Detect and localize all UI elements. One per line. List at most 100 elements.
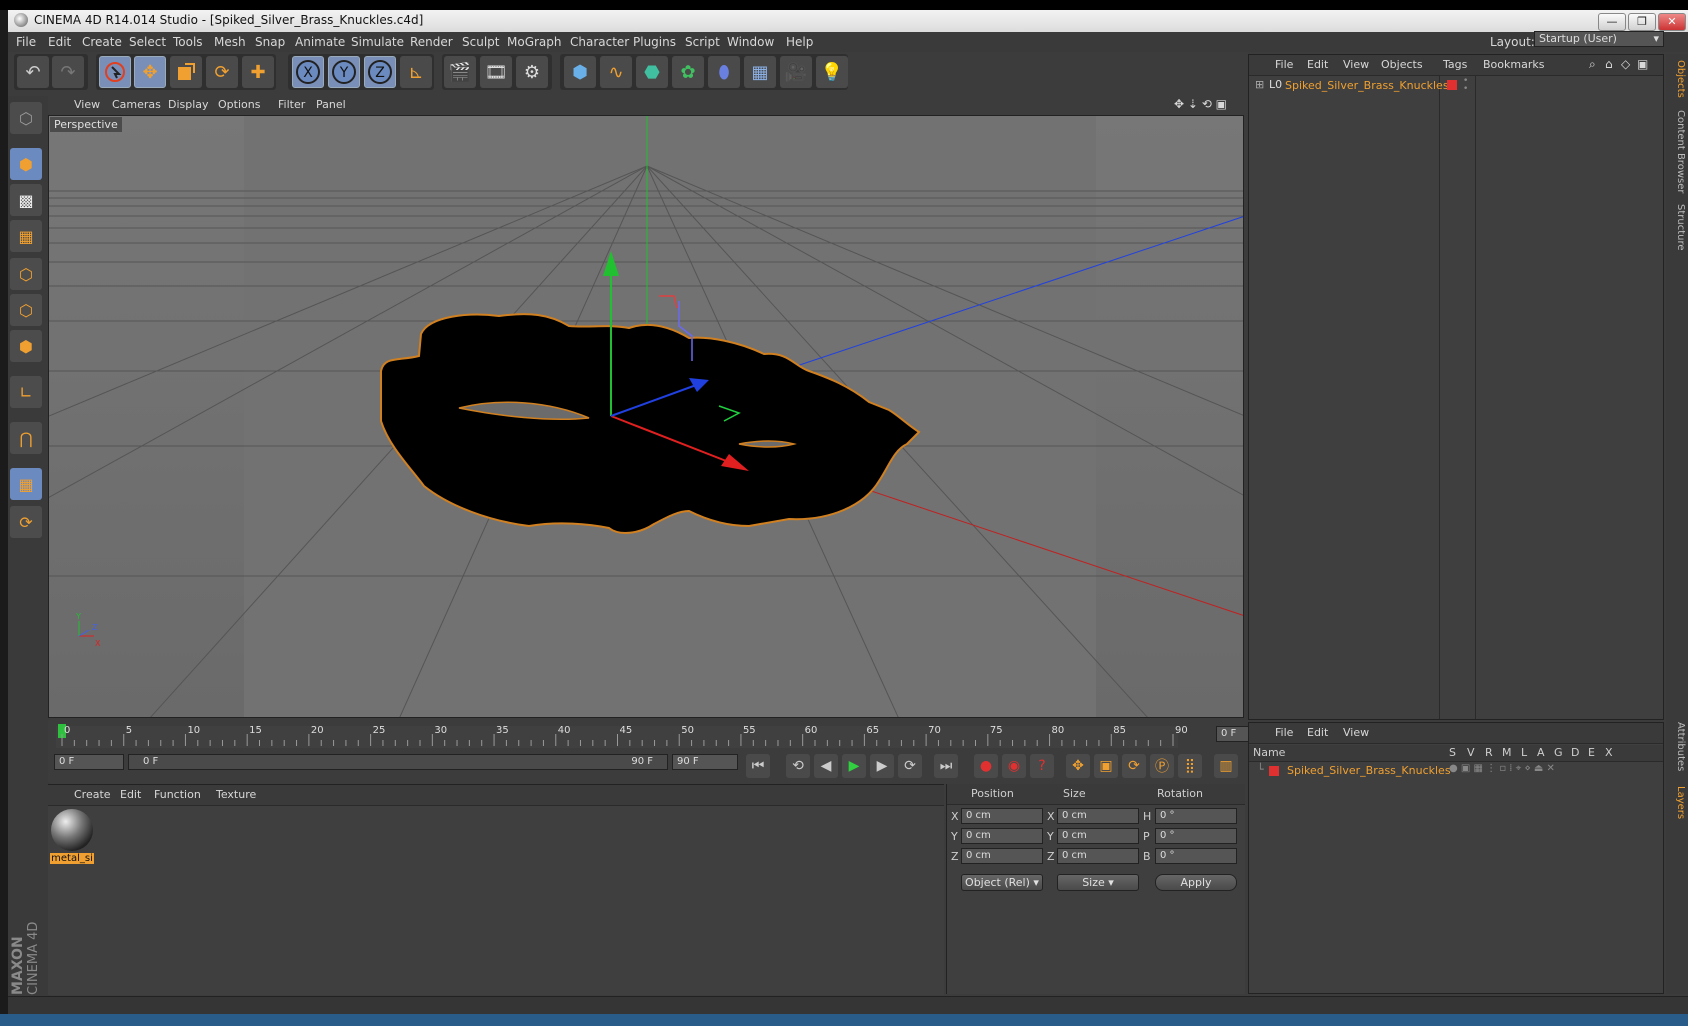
menu-file[interactable]: File	[16, 35, 36, 49]
world-coordinates-icon[interactable]: ⊾	[400, 56, 432, 88]
redo-icon[interactable]: ↷	[52, 56, 84, 88]
snap-icon[interactable]: ▦	[10, 468, 42, 500]
position-y-field[interactable]: 0 cm	[961, 828, 1043, 844]
viewport-menu-view[interactable]: View	[74, 98, 100, 111]
menu-create[interactable]: Create	[82, 35, 122, 49]
cube-icon[interactable]: ⬢	[564, 56, 596, 88]
rotation-p-field[interactable]: 0 °	[1155, 828, 1237, 844]
close-button[interactable]: ✕	[1658, 13, 1686, 31]
previous-key-button[interactable]: ⟲	[786, 754, 810, 778]
go-to-start-button[interactable]: ⏮	[746, 754, 770, 778]
object-menu-objects[interactable]: Objects	[1381, 58, 1423, 71]
viewport-menu-display[interactable]: Display	[168, 98, 209, 111]
live-selection-icon[interactable]	[99, 56, 131, 88]
z-axis-icon[interactable]: Z	[364, 56, 396, 88]
viewport-menu-panel[interactable]: Panel	[316, 98, 346, 111]
key-scale-icon[interactable]: ▣	[1094, 754, 1118, 778]
material-menu-function[interactable]: Function	[154, 788, 201, 801]
restore-button[interactable]: ❐	[1628, 13, 1656, 31]
layer-name[interactable]: Spiked_Silver_Brass_Knuckles	[1287, 764, 1451, 777]
viewport-navigation-icons[interactable]: ✥ ⇣ ⟲ ▣	[1174, 97, 1227, 111]
timeline-layout-icon[interactable]: ▥	[1214, 754, 1238, 778]
previous-frame-button[interactable]: ◀	[814, 754, 838, 778]
scale-icon[interactable]	[170, 56, 202, 88]
size-x-field[interactable]: 0 cm	[1057, 808, 1139, 824]
add-icon[interactable]: ✚	[242, 56, 274, 88]
object-menu-tags[interactable]: Tags	[1443, 58, 1467, 71]
minimize-button[interactable]: —	[1598, 13, 1626, 31]
rotation-h-field[interactable]: 0 °	[1155, 808, 1237, 824]
key-position-icon[interactable]: ✥	[1066, 754, 1090, 778]
tab-objects[interactable]: Objects	[1668, 60, 1686, 98]
layer-menu-view[interactable]: View	[1343, 726, 1369, 739]
layer-menu-file[interactable]: File	[1275, 726, 1293, 739]
size-mode-select[interactable]: Size ▾	[1057, 874, 1139, 891]
menu-mesh[interactable]: Mesh	[214, 35, 246, 49]
range-slider[interactable]: 0 F 90 F	[128, 754, 668, 770]
layer-toggle-icons[interactable]: ● ▣ ▦ ⋮ ▫ ⁞ ⌖ ⋄ ⏏ ✕	[1449, 763, 1555, 774]
menu-help[interactable]: Help	[786, 35, 813, 49]
coordinate-mode-select[interactable]: Object (Rel) ▾	[961, 874, 1043, 891]
polygons-mode-icon[interactable]: ⬢	[10, 330, 42, 362]
viewport-menu-options[interactable]: Options	[218, 98, 260, 111]
object-menu-view[interactable]: View	[1343, 58, 1369, 71]
menu-render[interactable]: Render	[410, 35, 453, 49]
visibility-dots-icon[interactable]: • •	[1463, 77, 1468, 94]
position-z-field[interactable]: 0 cm	[961, 848, 1043, 864]
object-menu-file[interactable]: File	[1275, 58, 1293, 71]
layer-menu-edit[interactable]: Edit	[1307, 726, 1328, 739]
menu-snap[interactable]: Snap	[255, 35, 285, 49]
autokeying-icon[interactable]: ◉	[1002, 754, 1026, 778]
material-menu-create[interactable]: Create	[74, 788, 111, 801]
position-x-field[interactable]: 0 cm	[961, 808, 1043, 824]
expand-icon[interactable]: ⊞	[1255, 78, 1264, 91]
menu-mograph[interactable]: MoGraph	[507, 35, 562, 49]
axis-mode-icon[interactable]: ∟	[10, 376, 42, 408]
new-window-icon[interactable]: ▣	[1637, 57, 1648, 71]
texture-mode-icon[interactable]: ▩	[10, 184, 42, 216]
tab-structure[interactable]: Structure	[1668, 204, 1686, 251]
edges-mode-icon[interactable]: ⬡	[10, 294, 42, 326]
layer-color-swatch[interactable]	[1269, 766, 1279, 776]
start-frame-field[interactable]: 0 F	[54, 754, 124, 770]
object-menu-edit[interactable]: Edit	[1307, 58, 1328, 71]
points-mode-icon[interactable]: ⬡	[10, 258, 42, 290]
menu-animate[interactable]: Animate	[295, 35, 345, 49]
layer-row[interactable]: └ Spiked_Silver_Brass_Knuckles ● ▣ ▦ ⋮ ▫…	[1251, 763, 1661, 779]
spline-icon[interactable]: ∿	[600, 56, 632, 88]
material-menu-edit[interactable]: Edit	[120, 788, 141, 801]
tab-attributes[interactable]: Attributes	[1668, 722, 1686, 771]
key-pla-icon[interactable]: ⣿	[1178, 754, 1202, 778]
material-swatch[interactable]: metal_si	[50, 809, 94, 871]
size-z-field[interactable]: 0 cm	[1057, 848, 1139, 864]
viewport-scene[interactable]: Y X Z	[49, 116, 1244, 718]
keyframe-selection-icon[interactable]: ?	[1030, 754, 1054, 778]
x-axis-icon[interactable]: X	[292, 56, 324, 88]
model-mode-icon[interactable]: ⬢	[10, 148, 42, 180]
menu-sculpt[interactable]: Sculpt	[462, 35, 499, 49]
menu-simulate[interactable]: Simulate	[351, 35, 404, 49]
key-rotation-icon[interactable]: ⟳	[1122, 754, 1146, 778]
make-editable-icon[interactable]: ⬡	[10, 102, 42, 134]
deformer-icon[interactable]: ⬮	[708, 56, 740, 88]
menu-edit[interactable]: Edit	[48, 35, 71, 49]
menu-plugins[interactable]: Plugins	[633, 35, 676, 49]
edit-render-settings-icon[interactable]: ⚙	[516, 56, 548, 88]
next-key-button[interactable]: ⟳	[898, 754, 922, 778]
tweak-icon[interactable]: ⋂	[10, 422, 42, 454]
object-menu-bookmarks[interactable]: Bookmarks	[1483, 58, 1544, 71]
menu-script[interactable]: Script	[685, 35, 720, 49]
nurbs-icon[interactable]: ⬣	[636, 56, 668, 88]
rotate-icon[interactable]: ⟳	[206, 56, 238, 88]
next-frame-button[interactable]: ▶	[870, 754, 894, 778]
camera-icon[interactable]: 🎥	[780, 56, 812, 88]
viewport-menu-filter[interactable]: Filter	[278, 98, 305, 111]
object-row[interactable]: ⊞ L0 Spiked_Silver_Brass_Knuckles • •	[1251, 77, 1661, 95]
light-icon[interactable]: 💡	[816, 56, 848, 88]
menu-window[interactable]: Window	[727, 35, 774, 49]
menu-tools[interactable]: Tools	[173, 35, 203, 49]
tab-content-browser[interactable]: Content Browser	[1668, 110, 1686, 193]
key-parameter-icon[interactable]: Ⓟ	[1150, 754, 1174, 778]
move-icon[interactable]: ✥	[134, 56, 166, 88]
size-y-field[interactable]: 0 cm	[1057, 828, 1139, 844]
